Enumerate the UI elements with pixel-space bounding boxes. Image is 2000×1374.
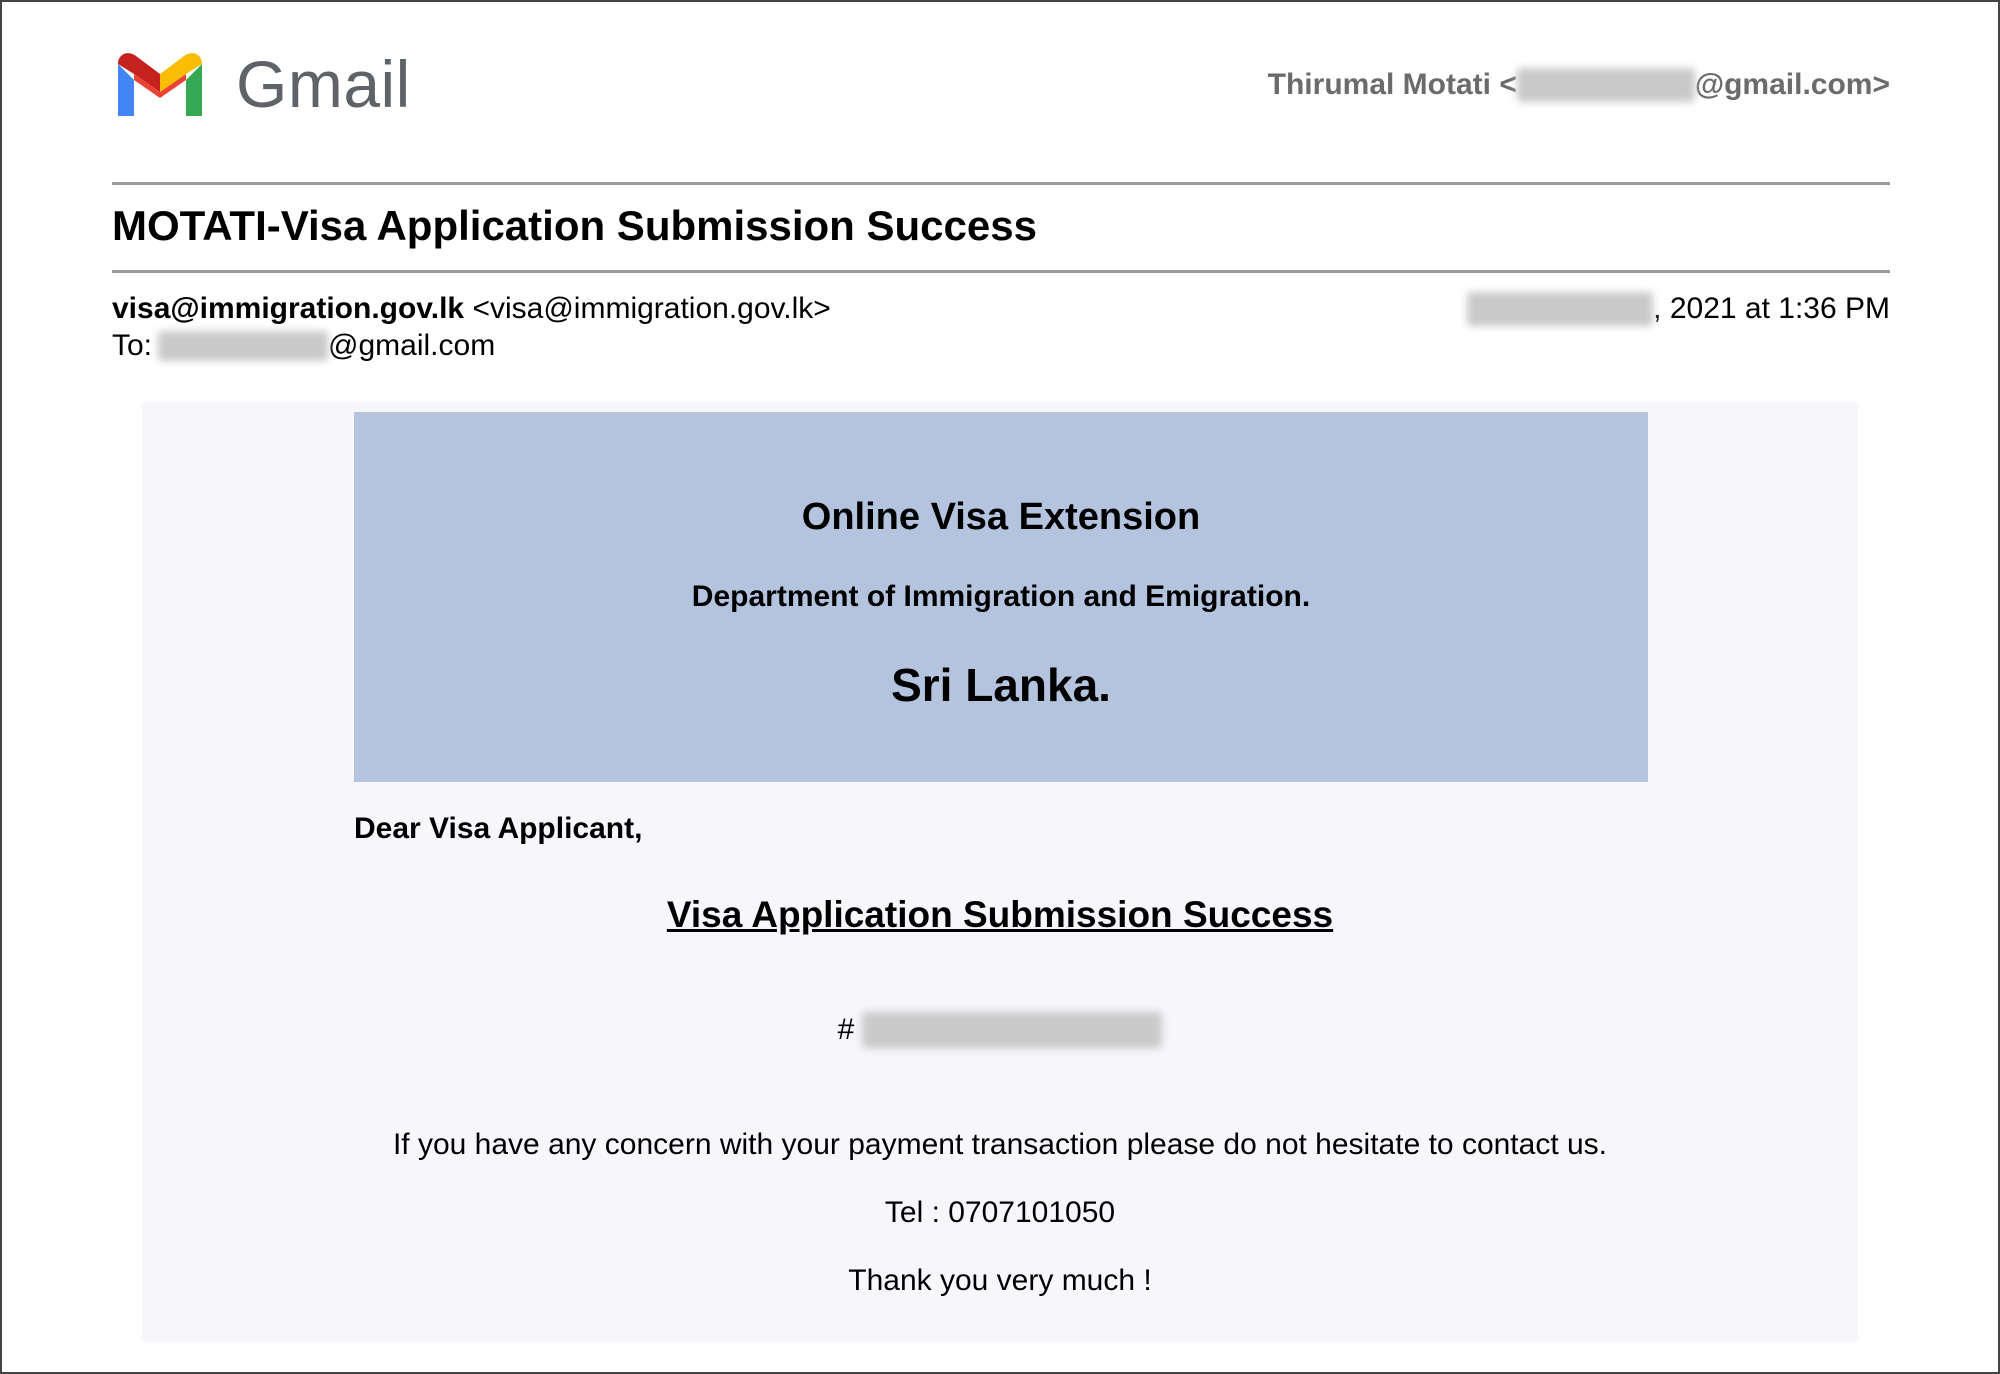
success-heading: Visa Application Submission Success bbox=[666, 894, 1334, 935]
account-identity: Thirumal Motati < @gmail.com> bbox=[1268, 68, 1890, 102]
greeting: Dear Visa Applicant, bbox=[354, 812, 643, 845]
reference-prefix: # bbox=[837, 1013, 855, 1046]
email-print-page: Gmail Thirumal Motati < @gmail.com> MOTA… bbox=[0, 0, 2000, 1374]
redacted-recipient bbox=[158, 331, 329, 361]
date-suffix: , 2021 at 1:36 PM bbox=[1653, 292, 1890, 325]
redacted-reference bbox=[862, 1012, 1163, 1048]
reference-number: # bbox=[142, 1012, 1858, 1048]
redacted-date bbox=[1467, 292, 1654, 326]
redacted-account-email bbox=[1516, 68, 1695, 102]
gmail-m-logo-icon bbox=[112, 50, 208, 127]
subject-divider bbox=[112, 270, 1890, 273]
account-email-domain: @gmail.com> bbox=[1694, 68, 1890, 101]
gmail-wordmark: Gmail bbox=[236, 47, 411, 121]
telephone-text: Tel : 0707101050 bbox=[884, 1196, 1116, 1229]
header-divider bbox=[112, 182, 1890, 185]
account-name: Thirumal Motati < bbox=[1267, 68, 1517, 101]
to-label: To: bbox=[112, 329, 153, 362]
sender-display: <visa@immigration.gov.lk> bbox=[472, 292, 831, 325]
gmail-logo[interactable]: Gmail bbox=[112, 47, 411, 128]
recipient-line: To: @gmail.com bbox=[112, 329, 495, 363]
email-date: , 2021 at 1:36 PM bbox=[1467, 292, 1890, 326]
email-subject: MOTATI-Visa Application Submission Succe… bbox=[112, 202, 1037, 249]
sender-line: visa@immigration.gov.lk <visa@immigratio… bbox=[112, 292, 831, 326]
banner-country: Sri Lanka. bbox=[891, 659, 1111, 711]
visa-banner: Online Visa Extension Department of Immi… bbox=[354, 412, 1648, 782]
recipient-domain: @gmail.com bbox=[328, 329, 496, 362]
sender-address[interactable]: visa@immigration.gov.lk bbox=[112, 292, 464, 325]
email-body: Online Visa Extension Department of Immi… bbox=[142, 402, 1858, 1342]
thanks-text: Thank you very much ! bbox=[848, 1264, 1152, 1297]
banner-title: Online Visa Extension bbox=[801, 496, 1201, 538]
banner-department: Department of Immigration and Emigration… bbox=[691, 580, 1311, 613]
concern-text: If you have any concern with your paymen… bbox=[392, 1128, 1608, 1161]
